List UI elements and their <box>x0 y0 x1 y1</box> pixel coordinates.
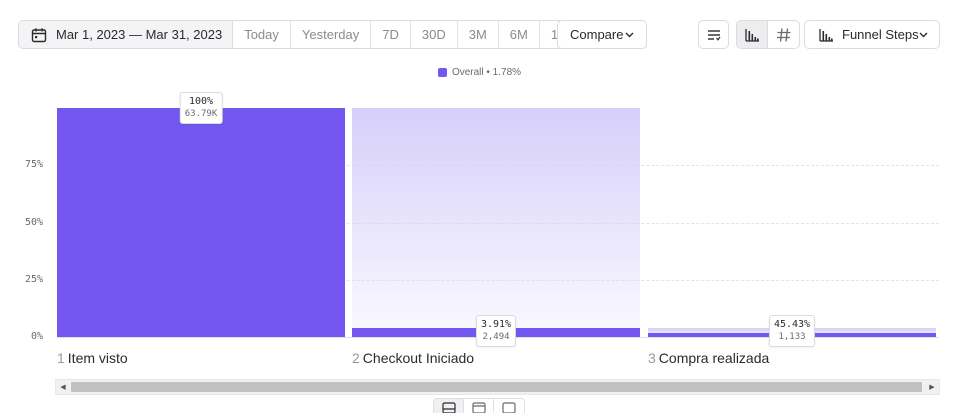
step-conversion-percent: 100% <box>188 96 214 107</box>
step-name-label: 2 Checkout Iniciado <box>352 350 474 366</box>
step-bar[interactable] <box>57 108 345 337</box>
step-name: Checkout Iniciado <box>362 350 475 366</box>
step-conversion-percent: 3.91% <box>480 319 512 330</box>
layout-top-panel-option[interactable] <box>464 399 494 413</box>
layout-toggle-group <box>433 398 525 413</box>
horizontal-scrollbar[interactable]: ◀ ▶ <box>55 379 940 395</box>
y-tick-label: 50% <box>24 216 43 228</box>
layout-full-option[interactable] <box>494 399 524 413</box>
panel-bottom-icon <box>441 402 456 413</box>
step-count: 2,494 <box>482 332 510 342</box>
scrollbar-thumb[interactable] <box>71 382 922 392</box>
y-tick-label: 75% <box>24 159 43 171</box>
step-conversion-percent: 45.43% <box>773 319 811 330</box>
y-tick-label: 0% <box>30 331 43 342</box>
step-count: 1,133 <box>778 332 806 342</box>
step-name-label: 1 Item visto <box>57 350 128 366</box>
funnel-chart: 0% 25% 50% 75% 100% 63.79K 1 Item visto 3.91% 2,4… <box>0 0 959 380</box>
step-count: 63.79K <box>184 109 218 119</box>
step-number: 2 <box>352 350 360 366</box>
scroll-left-arrow-icon[interactable]: ◀ <box>56 380 70 394</box>
step-value-label: 45.43% 1,133 <box>768 315 816 347</box>
step-number: 1 <box>57 350 65 366</box>
step-name: Item visto <box>67 350 128 366</box>
step-value-label: 100% 63.79K <box>179 92 223 124</box>
scroll-right-arrow-icon[interactable]: ▶ <box>925 380 939 394</box>
panel-full-icon <box>502 402 516 413</box>
step-value-label: 3.91% 2,494 <box>475 315 517 347</box>
step-number: 3 <box>648 350 656 366</box>
y-tick-label: 25% <box>24 273 43 285</box>
step-name-label: 3 Compra realizada <box>648 350 769 366</box>
layout-bottom-panel-option[interactable] <box>434 399 464 413</box>
step-name: Compra realizada <box>658 350 770 366</box>
panel-top-icon <box>471 402 486 413</box>
step-previous-bar <box>352 108 640 337</box>
